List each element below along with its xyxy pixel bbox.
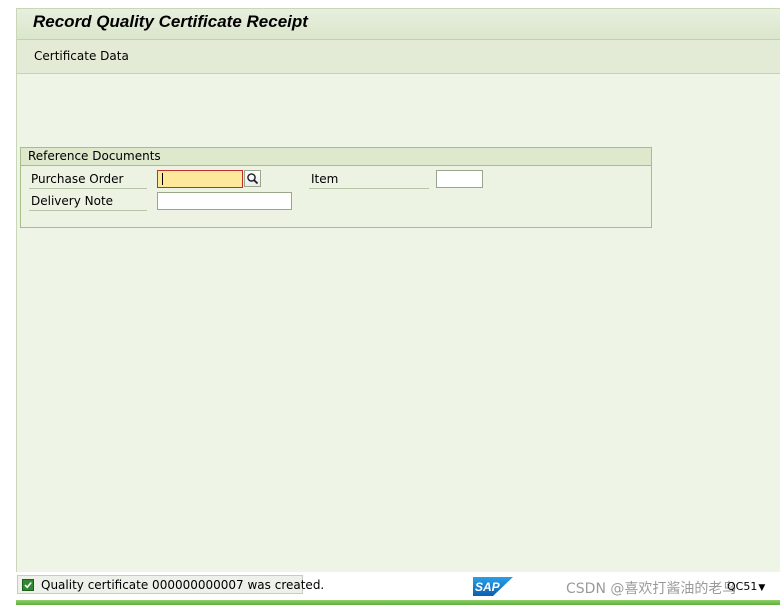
transaction-code-text: QC51 — [727, 580, 758, 593]
certificate-data-button[interactable]: Certificate Data — [34, 49, 129, 63]
title-bar: Record Quality Certificate Receipt — [17, 9, 780, 40]
reference-documents-group: Reference Documents Purchase Order Item … — [20, 147, 652, 228]
delivery-note-label: Delivery Note — [29, 193, 147, 211]
item-field[interactable] — [436, 170, 483, 188]
success-check-icon — [22, 579, 34, 591]
page-title: Record Quality Certificate Receipt — [33, 12, 308, 31]
status-text: Quality certificate 000000000007 was cre… — [41, 578, 325, 592]
dropdown-arrow-icon: ▼ — [758, 583, 766, 593]
purchase-order-label: Purchase Order — [29, 171, 147, 189]
group-header: Reference Documents — [21, 148, 651, 166]
text-cursor — [162, 173, 163, 185]
search-icon — [247, 173, 259, 185]
purchase-order-field[interactable] — [157, 170, 243, 188]
transaction-code[interactable]: QC51▼ — [727, 580, 765, 593]
main-window: Record Quality Certificate Receipt Certi… — [16, 8, 780, 573]
bottom-accent-bar — [16, 600, 780, 605]
item-label: Item — [309, 171, 429, 189]
search-help-button[interactable] — [244, 170, 261, 187]
application-toolbar: Certificate Data — [17, 40, 780, 74]
status-message[interactable]: Quality certificate 000000000007 was cre… — [17, 575, 324, 594]
group-title: Reference Documents — [28, 149, 161, 163]
sap-logo-text: SAP — [475, 580, 501, 594]
sap-logo-icon: SAP — [473, 577, 513, 596]
delivery-note-field[interactable] — [157, 192, 292, 210]
